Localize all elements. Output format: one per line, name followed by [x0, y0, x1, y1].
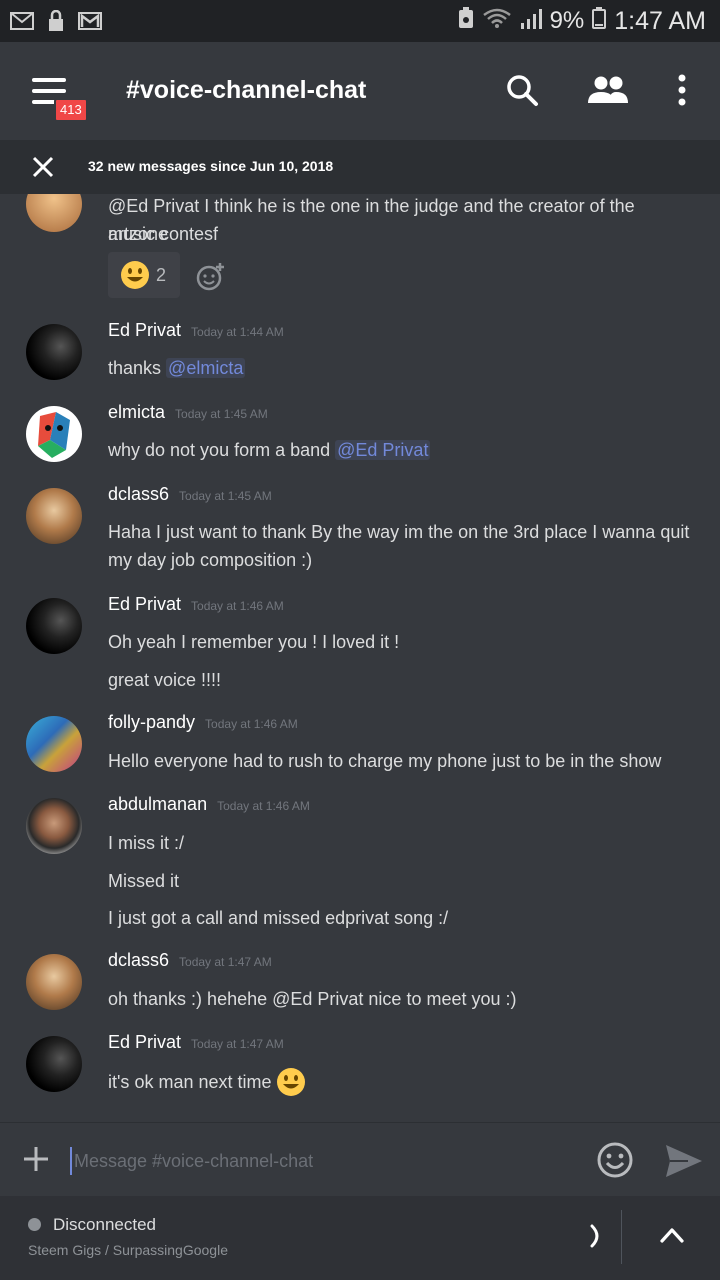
message-author[interactable]: elmicta Today at 1:45 AM	[108, 402, 268, 423]
avatar[interactable]	[26, 716, 82, 772]
avatar[interactable]	[26, 954, 82, 1010]
message-author[interactable]: dclass6 Today at 1:47 AM	[108, 950, 272, 971]
channel-title: #voice-channel-chat	[126, 76, 367, 104]
avatar[interactable]	[26, 798, 82, 854]
message-text: thanks @elmicta	[108, 358, 246, 378]
emoji-icon[interactable]	[596, 1141, 634, 1179]
message-input[interactable]	[70, 1147, 570, 1175]
recycle-icon	[458, 6, 474, 36]
message-author[interactable]: Ed Privat Today at 1:44 AM	[108, 320, 284, 341]
avatar[interactable]	[26, 194, 82, 232]
message-line: Haha I just want to thank By the way im …	[108, 522, 690, 542]
reaction-count: 2	[156, 264, 167, 285]
message-line: Hello everyone had to rush to charge my …	[108, 751, 662, 771]
message-timestamp: Today at 1:46 AM	[191, 599, 284, 613]
reaction-pill[interactable]: 2	[108, 252, 180, 298]
message-line: Oh yeah I remember you ! I loved it !	[108, 632, 400, 652]
message-timestamp: Today at 1:44 AM	[191, 325, 284, 339]
message-line: it's ok man next time	[108, 1072, 272, 1092]
message-timestamp: Today at 1:46 AM	[205, 717, 298, 731]
moon-icon[interactable]	[588, 1224, 606, 1248]
message-timestamp: Today at 1:46 AM	[217, 799, 310, 813]
message-composer	[0, 1122, 720, 1196]
mail-icon	[10, 10, 34, 32]
divider	[621, 1210, 622, 1264]
avatar[interactable]	[26, 598, 82, 654]
message-timestamp: Today at 1:47 AM	[191, 1037, 284, 1051]
message-text: it's ok man next time	[108, 1067, 698, 1097]
voice-status: Disconnected	[53, 1215, 157, 1234]
message-author[interactable]: folly-pandy Today at 1:46 AM	[108, 712, 298, 733]
close-icon[interactable]	[30, 154, 56, 180]
chevron-up-icon[interactable]	[660, 1226, 684, 1244]
plus-icon[interactable]	[22, 1145, 50, 1173]
avatar[interactable]	[26, 488, 82, 544]
add-reaction-icon[interactable]	[196, 262, 226, 292]
message-timestamp: Today at 1:45 AM	[175, 407, 268, 421]
send-icon[interactable]	[664, 1143, 704, 1179]
app-bar: 413 #voice-channel-chat	[0, 42, 720, 140]
lock-icon	[44, 10, 68, 32]
message-author[interactable]: Ed Privat Today at 1:46 AM	[108, 594, 284, 615]
message-line: I just got a call and missed edprivat so…	[108, 908, 449, 928]
avatar[interactable]	[26, 324, 82, 380]
message-author[interactable]: Ed Privat Today at 1:47 AM	[108, 1032, 284, 1053]
user-mention[interactable]: @Ed Privat	[335, 440, 431, 460]
signal-icon	[520, 7, 542, 36]
message-line: Missed it	[108, 871, 180, 891]
avatar[interactable]	[26, 1036, 82, 1092]
new-messages-banner: 32 new messages since Jun 10, 2018	[0, 140, 720, 194]
message-line: music contesf	[108, 224, 219, 244]
gmail-icon	[78, 10, 102, 32]
message-line: my day job composition :)	[108, 550, 313, 570]
message-author[interactable]: dclass6 Today at 1:45 AM	[108, 484, 272, 505]
user-mention[interactable]: @elmicta	[166, 358, 246, 378]
message-timestamp: Today at 1:47 AM	[179, 955, 272, 969]
message-line: I miss it :/	[108, 833, 184, 853]
message-author[interactable]: abdulmanan Today at 1:46 AM	[108, 794, 310, 815]
voice-server-channel: Steem Gigs / SurpassingGoogle	[28, 1242, 228, 1258]
status-bar-system: 9% 1:47 AM	[458, 6, 706, 36]
battery-percent: 9%	[549, 7, 585, 34]
members-icon[interactable]	[586, 70, 630, 110]
status-bar-notifications	[10, 10, 102, 32]
message-timestamp: Today at 1:45 AM	[179, 489, 272, 503]
message-text: why do not you form a band @Ed Privat	[108, 440, 431, 460]
unread-badge: 413	[54, 98, 88, 122]
smiley-emoji-icon	[121, 261, 149, 289]
search-icon[interactable]	[502, 70, 542, 110]
message-list[interactable]: @Ed Privat I think he is the one in the …	[0, 194, 720, 1122]
status-bar: 9% 1:47 AM	[0, 0, 720, 42]
status-dot-icon	[28, 1218, 41, 1231]
message-line: great voice !!!!	[108, 670, 222, 690]
smiley-emoji-icon	[276, 1068, 305, 1096]
voice-status-bar[interactable]: Disconnected Steem Gigs / SurpassingGoog…	[0, 1196, 720, 1280]
new-messages-text[interactable]: 32 new messages since Jun 10, 2018	[88, 158, 333, 174]
battery-icon	[592, 6, 607, 36]
status-time: 1:47 AM	[614, 6, 706, 35]
wifi-icon	[482, 7, 512, 36]
more-vert-icon[interactable]	[662, 70, 702, 110]
avatar[interactable]	[26, 406, 82, 462]
message-line: oh thanks :) hehehe @Ed Privat nice to m…	[108, 989, 517, 1009]
